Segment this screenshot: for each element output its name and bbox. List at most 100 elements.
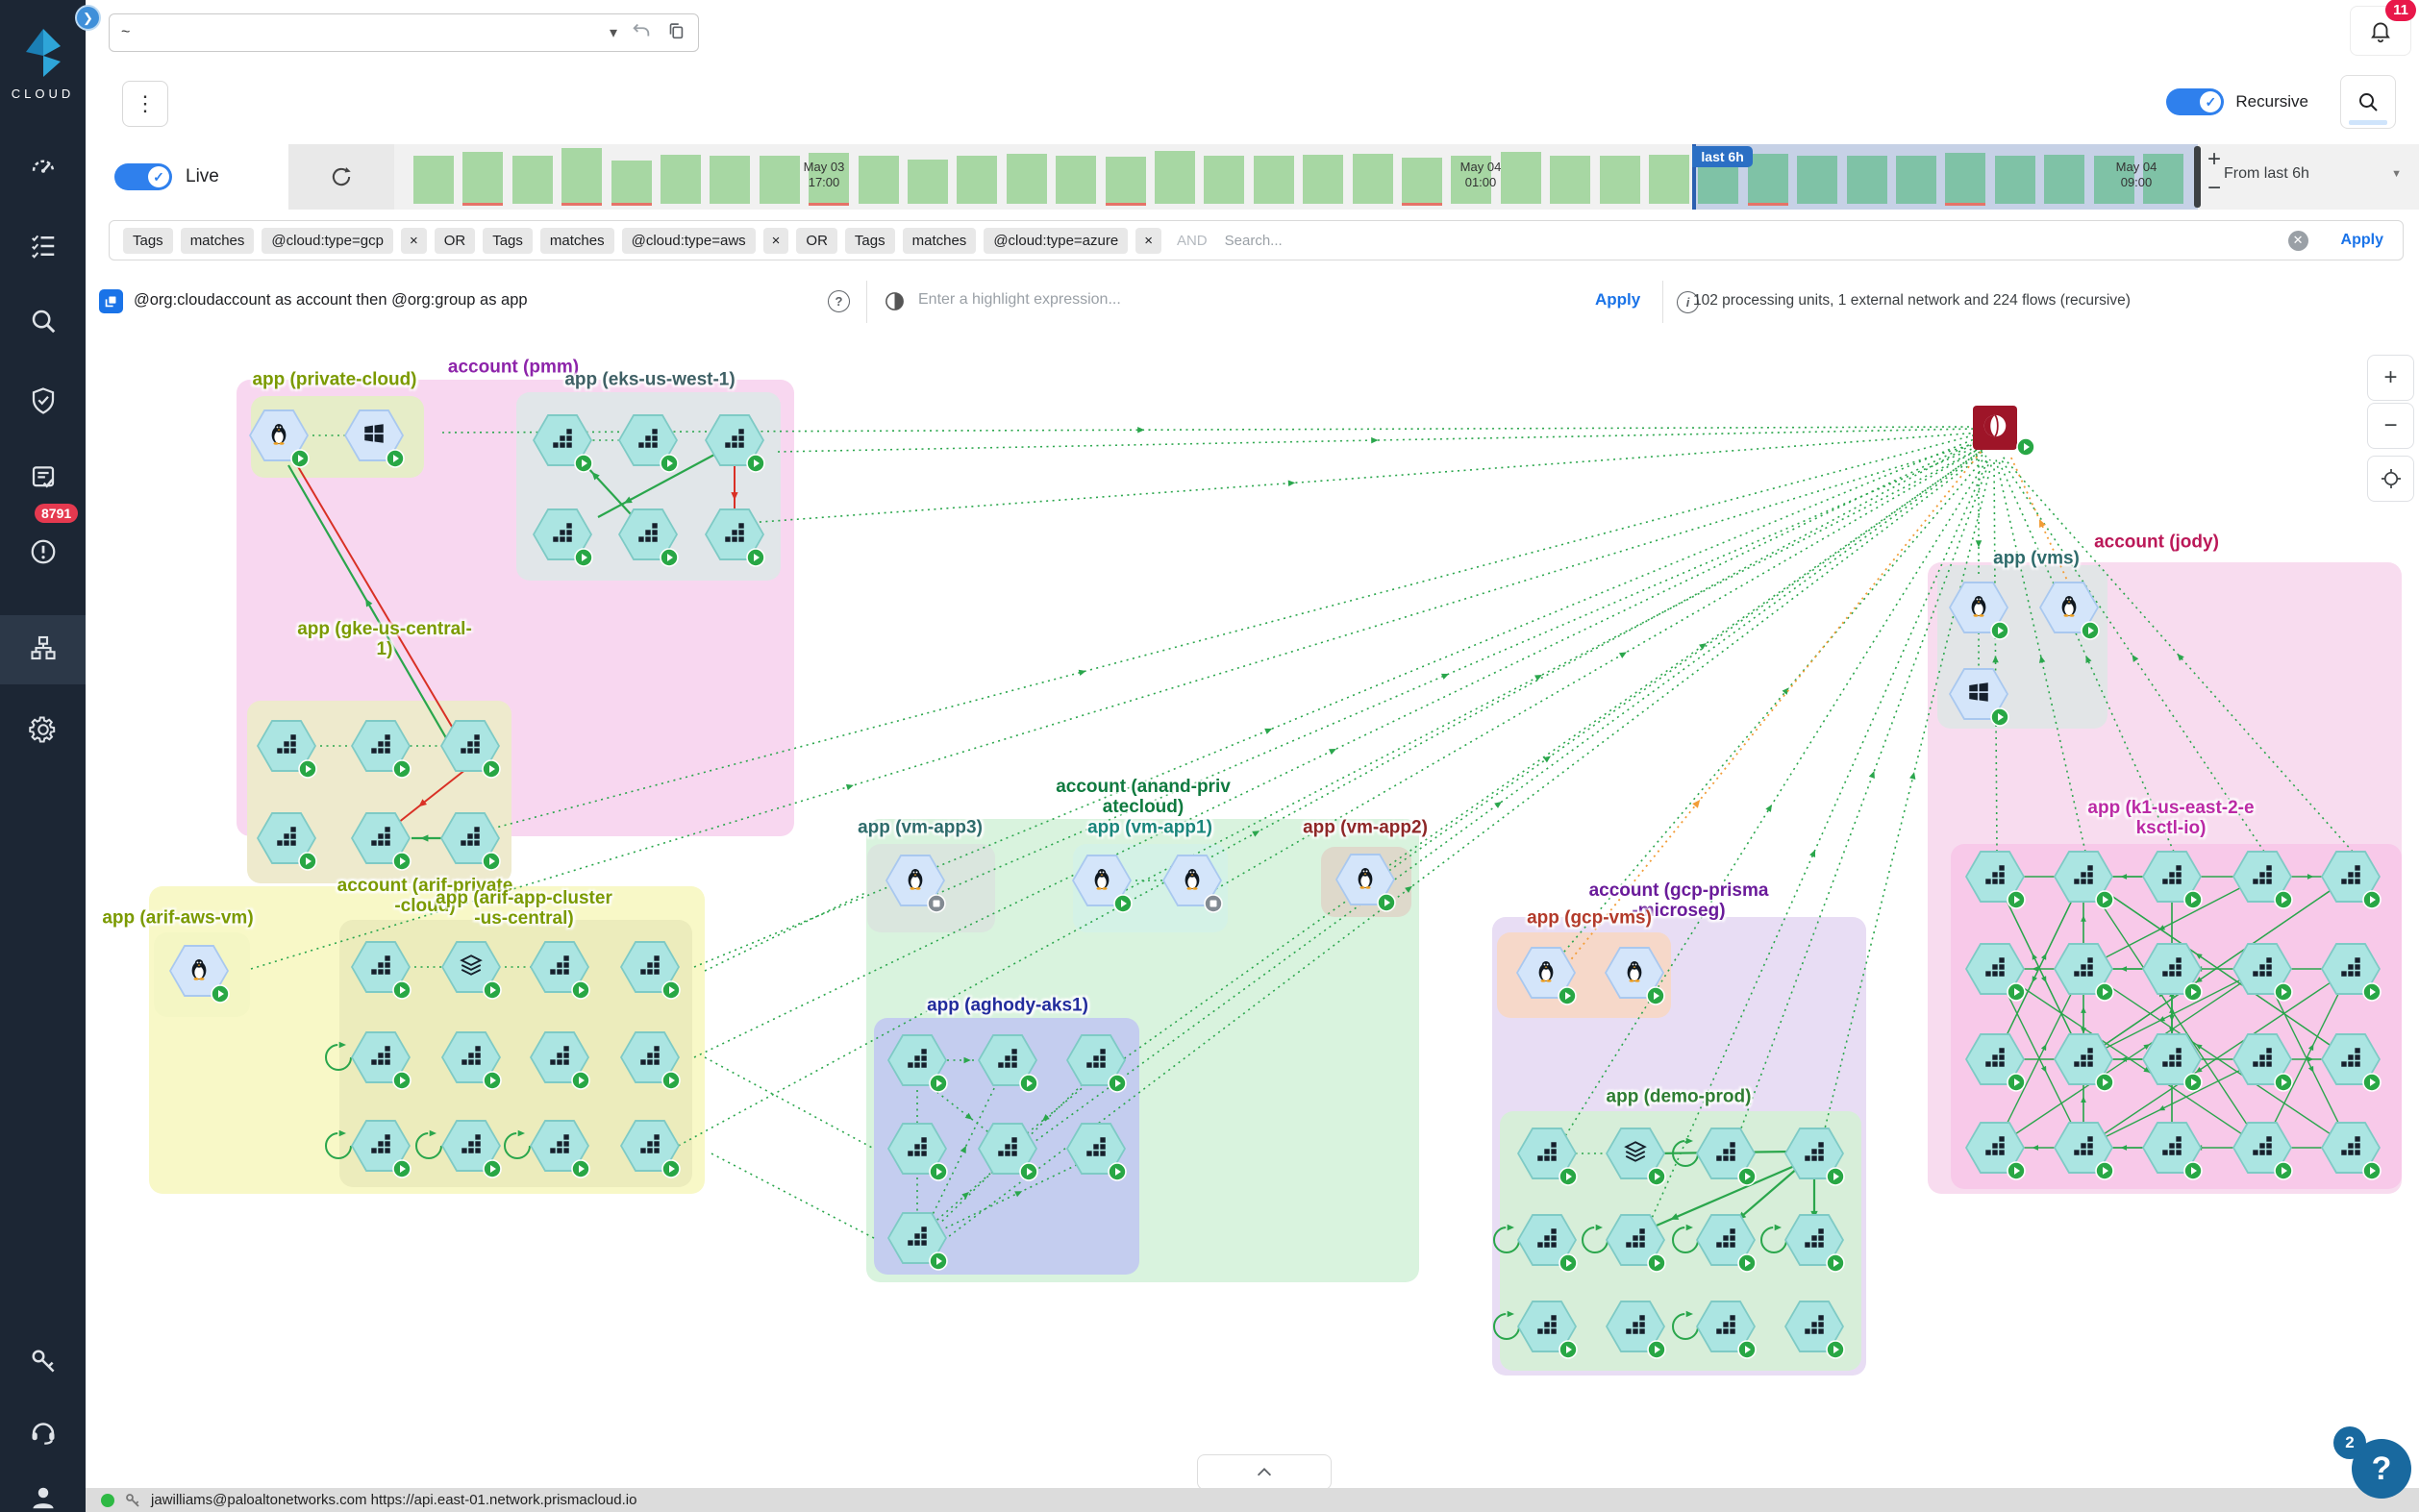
remove-filter-icon[interactable]: × — [401, 228, 427, 254]
topology-canvas[interactable]: account (pmm)account (anand-priv ateclou… — [86, 331, 2419, 1488]
internet-node[interactable] — [1973, 406, 2017, 450]
histogram-bar[interactable] — [1896, 156, 1936, 204]
histogram-bar[interactable] — [1649, 155, 1689, 204]
histogram-bar[interactable] — [1600, 156, 1640, 204]
sidebar-expand-button[interactable]: ❯ — [75, 5, 101, 31]
play-badge-icon[interactable] — [2007, 1073, 2026, 1092]
fit-view-button[interactable] — [2367, 456, 2414, 502]
play-badge-icon[interactable] — [2362, 890, 2382, 909]
play-badge-icon[interactable] — [1559, 1167, 1578, 1186]
play-badge-icon[interactable] — [1108, 1074, 1127, 1093]
histogram-bar[interactable] — [462, 152, 503, 204]
refresh-button[interactable] — [288, 144, 394, 210]
play-badge-icon[interactable] — [1737, 1340, 1757, 1359]
sidebar-item-search[interactable] — [0, 288, 86, 358]
collapse-panel-button[interactable] — [1197, 1454, 1332, 1490]
filter-search-placeholder[interactable]: Search... — [1225, 233, 2281, 249]
recursive-toggle[interactable]: ✓ — [2166, 88, 2224, 115]
filter-op-pill[interactable]: matches — [903, 228, 977, 254]
play-badge-icon[interactable] — [2007, 890, 2026, 909]
play-badge-icon[interactable] — [1990, 621, 2009, 640]
stop-badge-icon[interactable] — [1204, 894, 1223, 913]
zoom-out-button[interactable]: − — [2367, 403, 2414, 449]
play-badge-icon[interactable] — [2183, 982, 2203, 1002]
play-badge-icon[interactable] — [1647, 1253, 1666, 1273]
play-badge-icon[interactable] — [1647, 1167, 1666, 1186]
remove-filter-icon[interactable]: × — [763, 228, 789, 254]
histogram-bar[interactable] — [1501, 152, 1541, 204]
play-badge-icon[interactable] — [1558, 986, 1577, 1005]
histogram-bar[interactable] — [908, 160, 948, 204]
play-badge-icon[interactable] — [211, 984, 230, 1004]
filter-box[interactable]: Tagsmatches@cloud:type=gcp×ORTagsmatches… — [109, 220, 2404, 260]
copy-icon[interactable] — [665, 20, 686, 46]
histogram-bar[interactable] — [1204, 156, 1244, 204]
play-badge-icon[interactable] — [2183, 890, 2203, 909]
play-badge-icon[interactable] — [2095, 982, 2114, 1002]
filter-op-pill[interactable]: matches — [181, 228, 255, 254]
play-badge-icon[interactable] — [574, 548, 593, 567]
prisma-cloud-logo[interactable]: CLOUD — [0, 27, 86, 101]
play-badge-icon[interactable] — [660, 548, 679, 567]
query-expression[interactable]: @org:cloudaccount as account then @org:g… — [134, 291, 528, 310]
histogram-bar[interactable] — [1007, 154, 1047, 204]
histogram-bar[interactable] — [1797, 156, 1837, 204]
play-badge-icon[interactable] — [660, 454, 679, 473]
play-badge-icon[interactable] — [392, 980, 411, 1000]
highlight-toggle-icon[interactable] — [884, 290, 906, 317]
play-badge-icon[interactable] — [929, 1074, 948, 1093]
sidebar-item-dashboard[interactable] — [0, 135, 86, 204]
play-badge-icon[interactable] — [1826, 1167, 1845, 1186]
play-badge-icon[interactable] — [1647, 1340, 1666, 1359]
play-badge-icon[interactable] — [571, 1071, 590, 1090]
play-badge-icon[interactable] — [1826, 1340, 1845, 1359]
undo-icon[interactable] — [631, 20, 652, 46]
histogram-bar[interactable] — [1847, 156, 1887, 204]
histogram-bar[interactable] — [512, 156, 553, 204]
play-badge-icon[interactable] — [483, 980, 502, 1000]
play-badge-icon[interactable] — [298, 852, 317, 871]
play-badge-icon[interactable] — [386, 449, 405, 468]
filter-op-pill[interactable]: matches — [540, 228, 614, 254]
play-badge-icon[interactable] — [571, 980, 590, 1000]
chevron-down-icon[interactable]: ▾ — [610, 23, 617, 42]
histogram-bar[interactable] — [1402, 158, 1442, 204]
histogram-bar[interactable] — [1155, 151, 1195, 204]
histogram-bar[interactable] — [2044, 155, 2084, 204]
play-badge-icon[interactable] — [2081, 621, 2100, 640]
play-badge-icon[interactable] — [1990, 707, 2009, 727]
query-help-icon[interactable]: ? — [828, 290, 850, 312]
play-badge-icon[interactable] — [1646, 986, 1665, 1005]
play-badge-icon[interactable] — [2274, 1073, 2293, 1092]
play-badge-icon[interactable] — [2362, 1161, 2382, 1180]
search-button[interactable] — [2340, 75, 2396, 129]
play-badge-icon[interactable] — [571, 1159, 590, 1178]
sidebar-item-profile[interactable] — [0, 1465, 86, 1512]
sidebar-item-support[interactable] — [0, 1399, 86, 1468]
zoom-in-button[interactable]: + — [2367, 355, 2414, 401]
play-badge-icon[interactable] — [929, 1252, 948, 1271]
play-badge-icon[interactable] — [1826, 1253, 1845, 1273]
filter-value-pill[interactable]: @cloud:type=aws — [622, 228, 756, 254]
play-badge-icon[interactable] — [483, 1159, 502, 1178]
filter-apply-button[interactable]: Apply — [2341, 232, 2383, 249]
filter-value-pill[interactable]: @cloud:type=gcp — [262, 228, 393, 254]
histogram-bar[interactable] — [710, 156, 750, 204]
play-badge-icon[interactable] — [2095, 1161, 2114, 1180]
play-badge-icon[interactable] — [482, 759, 501, 779]
play-badge-icon[interactable] — [1737, 1167, 1757, 1186]
play-badge-icon[interactable] — [1019, 1162, 1038, 1181]
filter-field-pill[interactable]: Tags — [123, 228, 173, 254]
play-badge-icon[interactable] — [1108, 1162, 1127, 1181]
histogram-bar[interactable] — [611, 161, 652, 204]
sidebar-item-compliance[interactable] — [0, 368, 86, 437]
play-badge-icon[interactable] — [661, 980, 681, 1000]
histogram-bar[interactable] — [760, 156, 800, 204]
play-badge-icon[interactable] — [2095, 1073, 2114, 1092]
live-toggle[interactable]: ✓ — [114, 163, 172, 190]
query-apply-button[interactable]: Apply — [1595, 290, 1640, 310]
clear-filters-icon[interactable]: ✕ — [2288, 231, 2308, 251]
histogram-bar[interactable] — [1995, 156, 2035, 204]
filter-field-pill[interactable]: Tags — [845, 228, 895, 254]
play-badge-icon[interactable] — [929, 1162, 948, 1181]
